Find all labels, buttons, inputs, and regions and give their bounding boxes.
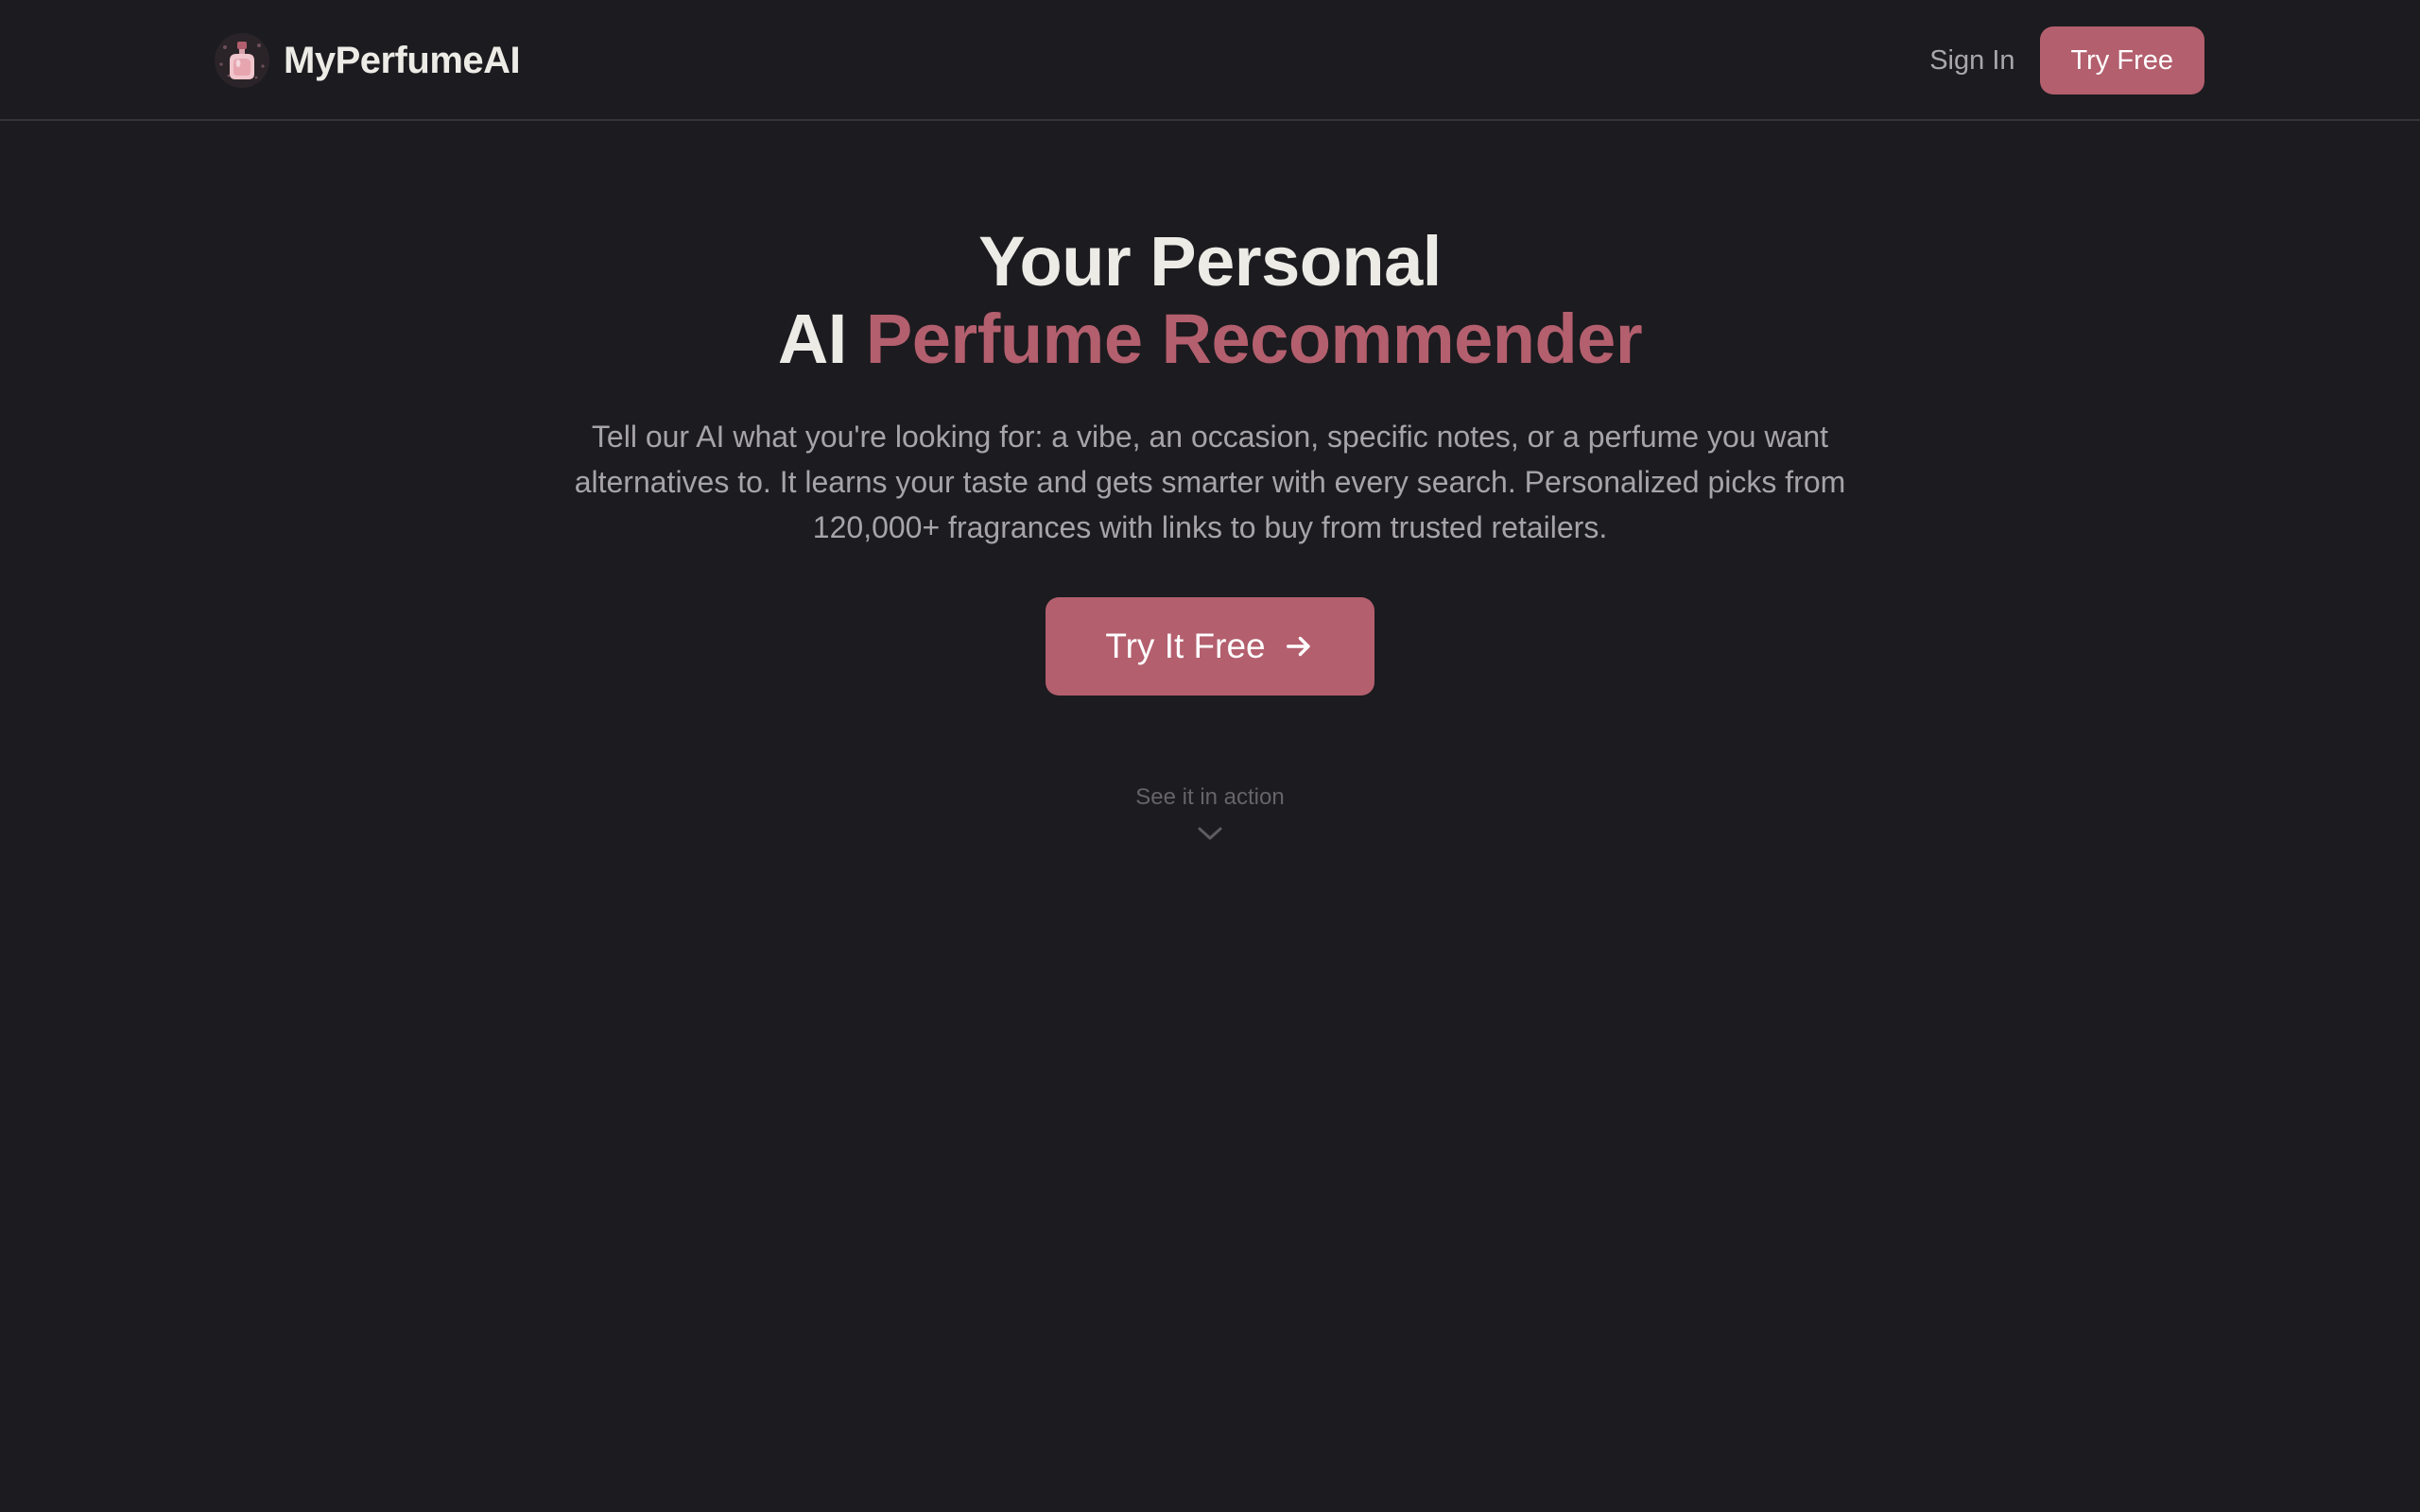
hero-title-plain: AI — [777, 300, 848, 378]
hero-section: Your Personal AI Perfume Recommender Tel… — [0, 223, 2420, 843]
hero-title-line1: Your Personal — [978, 222, 1442, 301]
brand-name: MyPerfumeAI — [284, 39, 521, 81]
landing-page: MyPerfumeAI Sign In Try Free Your Person… — [0, 0, 2420, 1512]
perfume-bottle-icon — [215, 33, 269, 88]
try-free-button[interactable]: Try Free — [2039, 26, 2204, 94]
sign-in-link[interactable]: Sign In — [1929, 45, 2014, 77]
hero-title-accent: Perfume Recommender — [865, 300, 1643, 378]
arrow-right-icon — [1286, 636, 1310, 657]
brand[interactable]: MyPerfumeAI — [214, 32, 521, 89]
hero-title: Your Personal AI Perfume Recommender — [0, 223, 2420, 378]
cta-label: Try It Free — [1105, 627, 1266, 665]
hero-subtitle: Tell our AI what you're looking for: a v… — [574, 420, 1846, 544]
see-it-in-action-label[interactable]: See it in action — [0, 784, 2420, 811]
nav-actions: Sign In Try Free — [1929, 26, 2204, 94]
try-it-free-button[interactable]: Try It Free — [1046, 597, 1374, 696]
top-navbar: MyPerfumeAI Sign In Try Free — [0, 0, 2420, 121]
chevron-down-icon[interactable] — [1196, 824, 1224, 843]
